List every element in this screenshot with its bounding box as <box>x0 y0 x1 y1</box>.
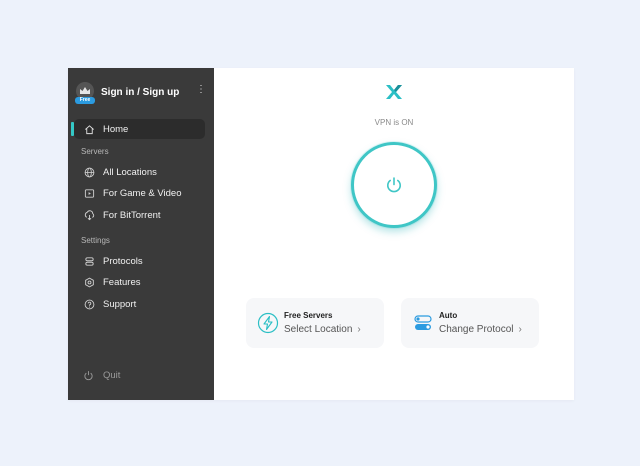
sidebar-item-all-locations[interactable]: All Locations <box>74 162 205 182</box>
sidebar-item-protocols[interactable]: Protocols <box>74 251 205 271</box>
card-title: Auto <box>439 311 458 320</box>
sidebar-item-home[interactable]: Home <box>74 119 205 139</box>
main-panel: VPN is ON Free Servers Select Location › <box>214 68 574 400</box>
torrent-icon <box>83 209 95 221</box>
crown-icon <box>80 87 90 94</box>
sign-in-link[interactable]: Sign in / Sign up <box>101 87 179 98</box>
home-icon <box>83 123 95 135</box>
app-window: Free Sign in / Sign up ⋮ Home Servers Al… <box>68 68 574 400</box>
help-icon <box>83 298 95 310</box>
quit-power-icon <box>83 369 95 381</box>
sidebar-item-label: For Game & Video <box>103 187 182 199</box>
sidebar-item-label: Support <box>103 298 137 310</box>
quit-label: Quit <box>103 369 121 381</box>
protocol-icon <box>83 255 95 267</box>
sidebar-item-game-video[interactable]: For Game & Video <box>74 183 205 203</box>
features-icon <box>83 276 95 288</box>
vpn-status: VPN is ON <box>374 118 414 127</box>
sidebar-item-label: For BitTorrent <box>103 209 161 221</box>
toggle-icon <box>411 311 435 335</box>
sidebar: Free Sign in / Sign up ⋮ Home Servers Al… <box>68 68 214 400</box>
power-button[interactable] <box>351 142 437 228</box>
sidebar-item-label: Features <box>103 276 141 288</box>
free-badge: Free <box>75 97 95 104</box>
protocol-card[interactable]: Auto Change Protocol › <box>401 298 539 348</box>
servers-section-label: Servers <box>81 147 109 156</box>
sidebar-item-label: Home <box>103 123 129 135</box>
play-icon <box>83 187 95 199</box>
globe-icon <box>83 166 95 178</box>
sidebar-item-label: Protocols <box>103 255 143 267</box>
more-icon[interactable]: ⋮ <box>196 85 206 95</box>
card-subtitle: Select Location <box>284 324 353 335</box>
logo-icon <box>384 82 404 102</box>
settings-section-label: Settings <box>81 236 110 245</box>
power-icon <box>387 177 401 193</box>
chevron-right-icon: › <box>357 324 361 335</box>
quit-button[interactable]: Quit <box>74 366 120 384</box>
sidebar-item-features[interactable]: Features <box>74 272 205 292</box>
card-title: Free Servers <box>284 311 333 320</box>
card-subtitle: Change Protocol <box>439 324 514 335</box>
server-location-card[interactable]: Free Servers Select Location › <box>246 298 384 348</box>
sidebar-item-label: All Locations <box>103 166 157 178</box>
sidebar-item-support[interactable]: Support <box>74 294 205 314</box>
chevron-right-icon: › <box>518 324 522 335</box>
account-header[interactable]: Free Sign in / Sign up ⋮ <box>75 82 212 106</box>
lightning-icon <box>256 311 280 335</box>
sidebar-item-bittorrent[interactable]: For BitTorrent <box>74 205 205 225</box>
